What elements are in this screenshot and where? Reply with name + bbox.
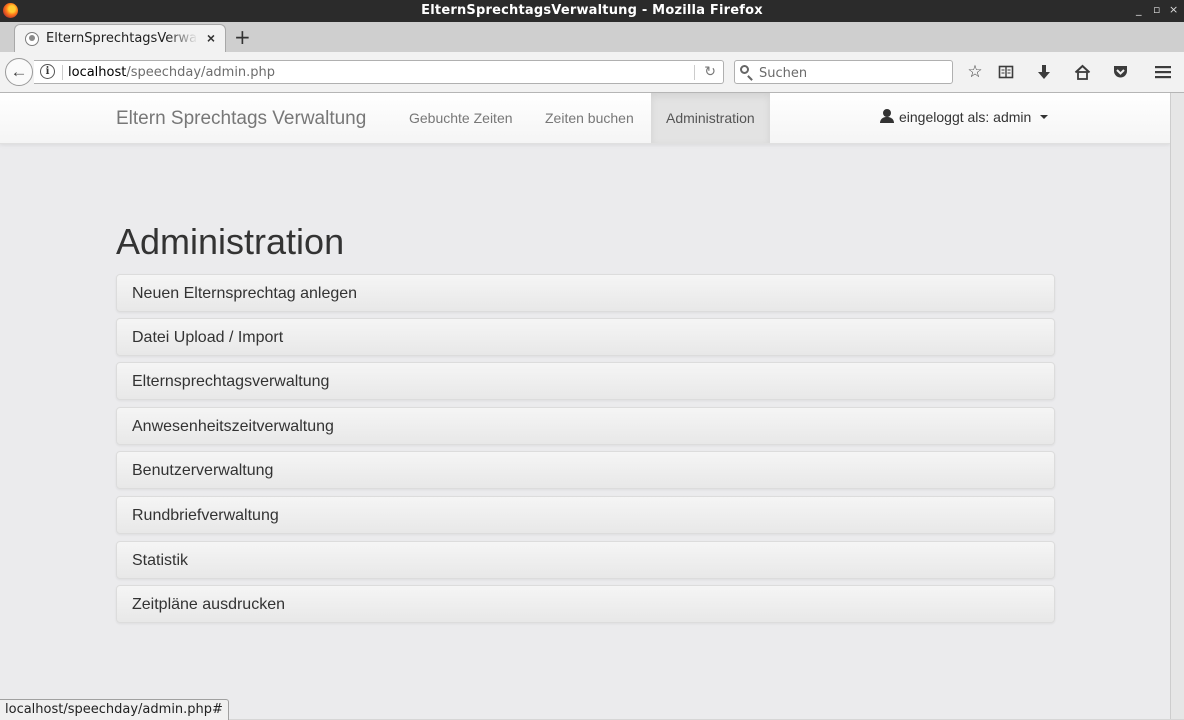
pocket-icon[interactable] [1110,62,1130,82]
panel-datei-upload[interactable]: Datei Upload / Import [116,318,1055,356]
panel-elternsprechtagsverwaltung[interactable]: Elternsprechtagsverwaltung [116,362,1055,400]
back-button[interactable]: ← [5,58,33,86]
panel-label: Neuen Elternsprechtag anlegen [132,285,358,302]
url-path: /speechday/admin.php [126,65,276,80]
window-title: ElternSprechtagsVerwaltung - Mozilla Fir… [421,3,763,18]
search-input[interactable] [757,63,951,83]
page-viewport: Eltern Sprechtags Verwaltung Gebuchte Ze… [0,93,1170,719]
panel-label: Anwesenheitszeitverwaltung [132,418,334,435]
nav-gebuchte-zeiten[interactable]: Gebuchte Zeiten [409,110,513,126]
url-host: localhost [68,65,127,80]
new-tab-button[interactable]: + [234,25,251,49]
panel-label: Benutzerverwaltung [132,462,274,479]
maximize-icon[interactable]: ▫ [1153,3,1160,16]
nav-zeiten-buchen[interactable]: Zeiten buchen [545,110,634,126]
caret-down-icon [1040,115,1049,119]
panel-statistik[interactable]: Statistik [116,541,1055,579]
reading-list-icon[interactable] [996,62,1016,82]
url-bar[interactable]: i localhost/speechday/admin.php ↻ [34,60,724,84]
panel-zeitplaene-ausdrucken[interactable]: Zeitpläne ausdrucken [116,585,1055,623]
url-text[interactable]: localhost/speechday/admin.php [68,65,275,80]
browser-toolbar: ← i localhost/speechday/admin.php ↻ ☆ [0,52,1184,93]
menu-icon[interactable] [1153,62,1173,82]
panel-label: Rundbriefverwaltung [132,507,279,524]
panel-label: Elternsprechtagsverwaltung [132,373,330,390]
info-icon[interactable]: i [40,64,55,79]
user-icon [880,109,894,123]
globe-icon [25,32,39,46]
search-bar[interactable] [734,60,953,84]
search-icon [740,65,749,74]
reload-icon[interactable]: ↻ [704,63,716,80]
minimize-icon[interactable]: _ [1136,3,1142,16]
star-icon[interactable]: ☆ [965,62,985,82]
user-dropdown[interactable]: eingeloggt als: admin [880,109,1049,125]
page-title: Administration [116,221,345,262]
app-navbar: Eltern Sprechtags Verwaltung Gebuchte Ze… [0,93,1170,144]
panel-rundbriefverwaltung[interactable]: Rundbriefverwaltung [116,496,1055,534]
panel-label: Zeitpläne ausdrucken [132,596,285,613]
panel-label: Datei Upload / Import [132,329,284,346]
app-brand[interactable]: Eltern Sprechtags Verwaltung [116,108,366,130]
user-label: eingeloggt als: admin [899,109,1032,125]
panel-anwesenheitszeitverwaltung[interactable]: Anwesenheitszeitverwaltung [116,407,1055,445]
tab-title: ElternSprechtagsVerwaltung - Mozilla Fir… [46,31,198,46]
window-titlebar: ElternSprechtagsVerwaltung - Mozilla Fir… [0,0,1184,22]
download-icon[interactable] [1034,62,1054,82]
close-tab-icon[interactable]: × [207,30,215,46]
url-separator [62,65,63,80]
panel-label: Statistik [132,552,189,569]
close-window-icon[interactable]: × [1169,3,1178,16]
nav-administration[interactable]: Administration [651,93,770,143]
panel-benutzerverwaltung[interactable]: Benutzerverwaltung [116,451,1055,489]
url-separator-right [694,65,695,80]
panel-neuer-elternsprechtag[interactable]: Neuen Elternsprechtag anlegen [116,274,1055,312]
browser-tab[interactable]: ElternSprechtagsVerwaltung - Mozilla Fir… [14,24,226,53]
tab-strip: ElternSprechtagsVerwaltung - Mozilla Fir… [0,22,1184,53]
status-link-overlay: localhost/speechday/admin.php# [0,699,229,720]
vertical-scrollbar[interactable] [1170,93,1184,719]
home-icon[interactable] [1072,62,1092,82]
